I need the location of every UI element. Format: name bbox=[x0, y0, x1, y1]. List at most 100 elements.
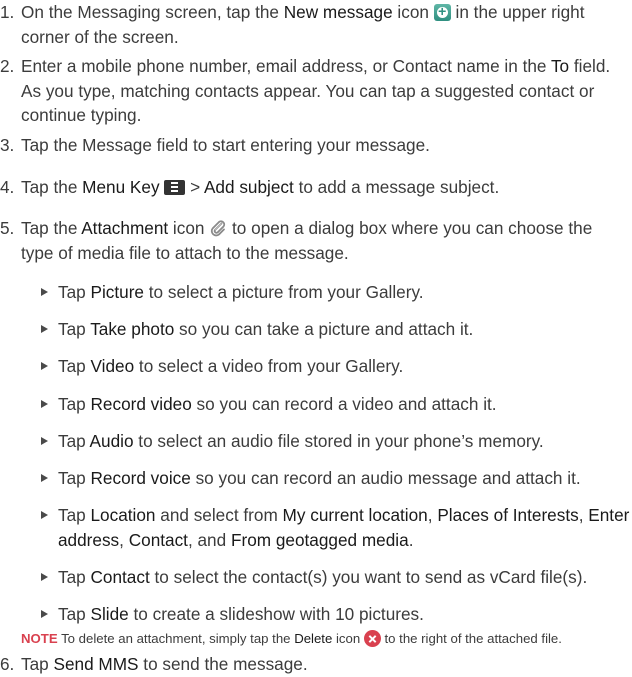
text-run: Tap bbox=[58, 431, 90, 451]
text-run: , and bbox=[187, 529, 231, 550]
ui-term: Places of Interests bbox=[437, 505, 579, 525]
subitem-text: Tap Contact to select the contact(s) you… bbox=[58, 565, 631, 590]
text-run: Tap the bbox=[21, 218, 82, 238]
step-2: 2. Enter a mobile phone number, email ad… bbox=[0, 54, 628, 128]
step-number: 6. bbox=[0, 654, 15, 674]
text-run: . bbox=[408, 529, 414, 550]
subitem-text: Tap Audio to select an audio file stored… bbox=[58, 429, 631, 454]
note-text: To delete an attachment, simply tap the … bbox=[57, 630, 562, 647]
ui-term: Record video bbox=[90, 394, 192, 414]
bullet-triangle-icon bbox=[41, 573, 48, 581]
menu-key-icon bbox=[164, 180, 186, 195]
text-run: so you can record a video and attach it. bbox=[191, 394, 497, 414]
text-run: to send the message. bbox=[138, 654, 308, 674]
bullet-triangle-icon bbox=[41, 288, 48, 296]
text-run: icon bbox=[392, 2, 434, 22]
text-run: and select from bbox=[155, 505, 283, 525]
text-run: , bbox=[427, 505, 438, 525]
step-6: 6. Tap Send MMS to send the message. bbox=[0, 652, 628, 677]
ui-term: Add subject bbox=[203, 177, 294, 197]
subitem-text: Tap Location and select from My current … bbox=[58, 503, 631, 552]
text-run: Tap bbox=[58, 567, 91, 587]
ui-term: Attachment bbox=[81, 218, 169, 238]
paperclip-icon bbox=[209, 219, 227, 237]
text-run: to create a slideshow with 10 pictures. bbox=[128, 604, 424, 624]
step-5: 5. Tap the Attachment icon to open a dia… bbox=[0, 216, 628, 265]
text-run: Tap bbox=[58, 505, 91, 525]
subitem-text: Tap Picture to select a picture from you… bbox=[58, 280, 631, 305]
step-text: Enter a mobile phone number, email addre… bbox=[21, 54, 628, 128]
subitem-contact: Tap Contact to select the contact(s) you… bbox=[41, 565, 631, 590]
subitem-record-video: Tap Record video so you can record a vid… bbox=[41, 392, 631, 417]
ui-term: From geotagged media bbox=[230, 529, 409, 550]
ui-term: Contact bbox=[90, 567, 150, 587]
text-run: icon bbox=[168, 218, 210, 238]
ui-term: Picture bbox=[90, 282, 145, 302]
bullet-triangle-icon bbox=[41, 511, 48, 519]
subitem-text: Tap Take photo so you can take a picture… bbox=[58, 317, 631, 342]
subitem-video: Tap Video to select a video from your Ga… bbox=[41, 354, 631, 379]
step-text: Tap Send MMS to send the message. bbox=[21, 652, 628, 677]
ui-term: Audio bbox=[89, 431, 134, 451]
text-run: Tap bbox=[58, 356, 91, 376]
bullet-triangle-icon bbox=[41, 325, 48, 333]
subitem-picture: Tap Picture to select a picture from you… bbox=[41, 280, 631, 305]
ui-term: Location bbox=[90, 505, 156, 525]
step-number: 4. bbox=[0, 177, 15, 197]
bullet-triangle-icon bbox=[41, 437, 48, 445]
ui-term: My current location bbox=[282, 505, 428, 525]
text-run: Tap bbox=[58, 394, 91, 414]
text-run: To delete an attachment, simply tap the bbox=[57, 631, 295, 646]
step-3: 3. Tap the Message field to start enteri… bbox=[0, 133, 628, 158]
ui-term: Menu Key bbox=[82, 177, 160, 197]
text-run: , bbox=[578, 505, 589, 525]
bullet-triangle-icon bbox=[41, 400, 48, 408]
text-run: icon bbox=[332, 631, 364, 646]
text-run: Tap bbox=[58, 319, 91, 339]
subitem-text: Tap Slide to create a slideshow with 10 … bbox=[58, 602, 631, 627]
text-run: to the right of the attached file. bbox=[380, 631, 562, 646]
ui-term: Record voice bbox=[90, 468, 191, 488]
text-run: to select a video from your Gallery. bbox=[134, 356, 404, 376]
ui-term: Take photo bbox=[90, 319, 175, 339]
step-1: 1. On the Messaging screen, tap the New … bbox=[0, 0, 628, 49]
subitem-audio: Tap Audio to select an audio file stored… bbox=[41, 429, 631, 454]
bullet-triangle-icon bbox=[41, 474, 48, 482]
text-run: On the Messaging screen, tap the bbox=[21, 2, 284, 22]
step-number: 5. bbox=[0, 218, 15, 238]
text-run: Tap the Message field to start entering … bbox=[21, 135, 430, 155]
bullet-triangle-icon bbox=[41, 610, 48, 618]
step-4: 4. Tap the Menu Key > Add subject to add… bbox=[0, 175, 628, 200]
note: NOTE To delete an attachment, simply tap… bbox=[21, 630, 631, 648]
subitem-text: Tap Record video so you can record a vid… bbox=[58, 392, 631, 417]
text-run: to select a picture from your Gallery. bbox=[144, 282, 424, 302]
text-run: Enter a mobile phone number, email addre… bbox=[21, 56, 551, 76]
text-run: so you can record an audio message and a… bbox=[190, 468, 581, 488]
ui-term: To bbox=[550, 56, 570, 76]
step-text: On the Messaging screen, tap the New mes… bbox=[21, 0, 628, 49]
bullet-triangle-icon bbox=[41, 362, 48, 370]
delete-icon bbox=[363, 630, 381, 647]
text-run: so you can take a picture and attach it. bbox=[174, 319, 474, 339]
ui-term: Contact bbox=[128, 529, 188, 550]
subitem-record-voice: Tap Record voice so you can record an au… bbox=[41, 466, 631, 491]
step-number: 1. bbox=[0, 2, 15, 22]
text-run: Tap bbox=[21, 654, 54, 674]
step-number: 2. bbox=[0, 56, 15, 76]
subitem-location: Tap Location and select from My current … bbox=[41, 503, 631, 552]
subitem-take-photo: Tap Take photo so you can take a picture… bbox=[41, 317, 631, 342]
text-run: Tap bbox=[58, 468, 91, 488]
ui-term: Slide bbox=[90, 604, 129, 624]
ui-term: Video bbox=[90, 356, 135, 376]
text-run: Tap bbox=[58, 604, 91, 624]
step-text: Tap the Menu Key > Add subject to add a … bbox=[21, 175, 628, 200]
text-run: to select an audio file stored in your p… bbox=[133, 431, 544, 451]
text-run: to add a message subject. bbox=[293, 177, 500, 197]
subitem-text: Tap Record voice so you can record an au… bbox=[58, 466, 631, 491]
ui-term: New message bbox=[283, 2, 393, 22]
text-run: , bbox=[119, 529, 129, 550]
text-run: to select the contact(s) you want to sen… bbox=[149, 567, 588, 587]
step-number: 3. bbox=[0, 135, 15, 155]
new-message-icon bbox=[433, 3, 451, 21]
text-run: Tap bbox=[58, 282, 91, 302]
